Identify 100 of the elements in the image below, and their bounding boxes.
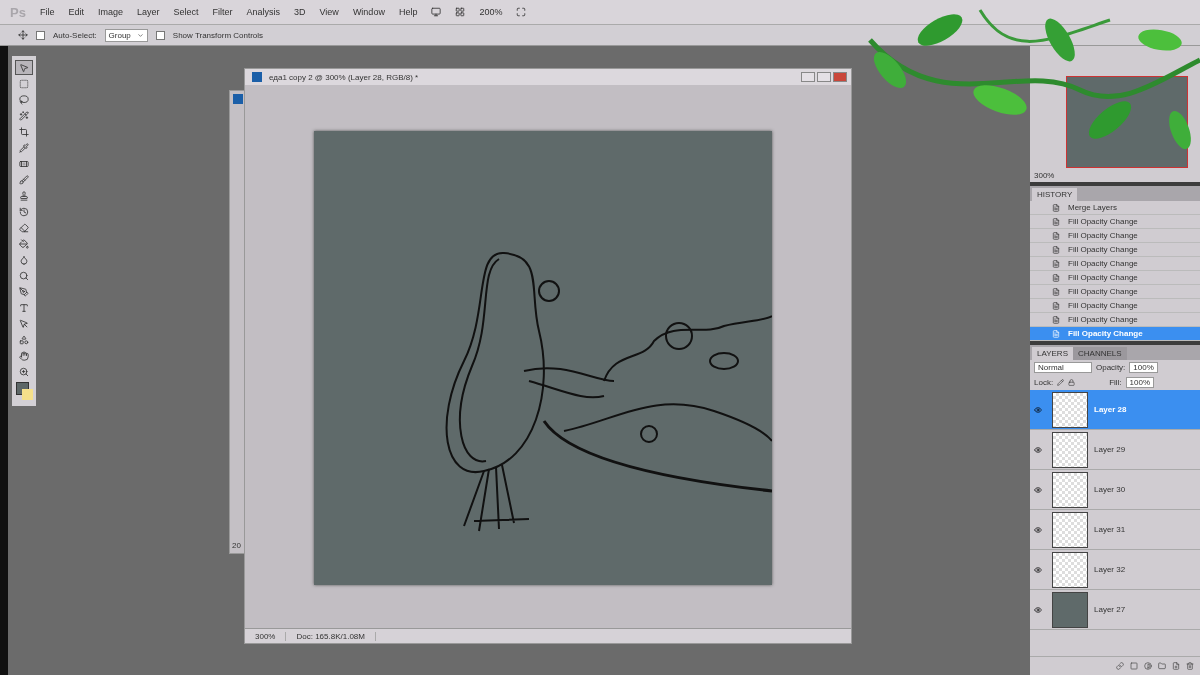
adjustment-icon[interactable]: [1144, 662, 1152, 670]
layer-thumbnail: [1052, 471, 1088, 508]
opacity-field[interactable]: 100%: [1129, 362, 1158, 373]
menu-item[interactable]: Filter: [212, 7, 233, 17]
layer-row[interactable]: Layer 29: [1030, 430, 1200, 470]
history-label: Fill Opacity Change: [1068, 245, 1138, 254]
menu-item[interactable]: Image: [97, 7, 123, 17]
history-item[interactable]: Fill Opacity Change: [1030, 257, 1200, 271]
layer-row[interactable]: Layer 31: [1030, 510, 1200, 550]
history-item[interactable]: Fill Opacity Change: [1030, 285, 1200, 299]
lock-label: Lock:: [1034, 378, 1054, 387]
move-tool[interactable]: [15, 60, 33, 75]
menu-item[interactable]: View: [319, 7, 339, 17]
layer-name: Layer 31: [1094, 525, 1126, 534]
panel-tab[interactable]: LAYERS: [1032, 347, 1073, 360]
menu-item[interactable]: Select: [173, 7, 199, 17]
mask-icon[interactable]: [1130, 662, 1138, 670]
lock-icon[interactable]: [1068, 379, 1076, 386]
type-icon: [19, 302, 29, 313]
layer-name: Layer 28: [1094, 405, 1127, 414]
checkbox[interactable]: [36, 30, 45, 40]
menu-item[interactable]: 3D: [294, 7, 306, 17]
history-label: Fill Opacity Change: [1068, 301, 1138, 310]
history-item[interactable]: Merge Layers: [1030, 201, 1200, 215]
option-label: Auto-Select:: [53, 30, 97, 40]
layer-row[interactable]: Layer 27: [1030, 590, 1200, 630]
zoom-label: 20: [232, 541, 241, 550]
folder-icon[interactable]: [1158, 662, 1166, 670]
shape-icon: [19, 334, 29, 345]
zoom-in-icon: [19, 366, 29, 377]
maximize-button[interactable]: [817, 72, 831, 82]
crop-icon: [19, 126, 29, 137]
fill-field[interactable]: 100%: [1125, 377, 1155, 388]
zoom-field[interactable]: 300%: [245, 631, 287, 641]
history-label: Merge Layers: [1068, 203, 1117, 212]
marquee-icon: [19, 78, 29, 89]
history-label: Fill Opacity Change: [1068, 315, 1138, 324]
checkbox[interactable]: [155, 30, 165, 40]
document-icon: [1052, 315, 1060, 324]
document-icon: [1052, 273, 1060, 282]
zoom-icon: [19, 270, 29, 281]
pen-icon: [19, 286, 29, 297]
selection-icon: [19, 318, 29, 329]
eye-icon[interactable]: [1034, 485, 1042, 494]
document-info: Doc: 165.8K/1.08M: [286, 631, 376, 641]
eye-icon[interactable]: [1034, 445, 1042, 454]
blur-icon: [19, 254, 29, 265]
eye-icon[interactable]: [1034, 525, 1042, 534]
opacity-label: Opacity:: [1096, 363, 1126, 372]
layer-name: Layer 29: [1094, 445, 1126, 454]
layer-row[interactable]: Layer 32: [1030, 550, 1200, 590]
history-label: Fill Opacity Change: [1068, 329, 1143, 338]
history-item[interactable]: Fill Opacity Change: [1030, 215, 1200, 229]
document-icon: [1052, 217, 1060, 226]
target-dropdown[interactable]: Group: [104, 28, 148, 42]
stamp-icon: [19, 190, 29, 201]
menu-item[interactable]: Window: [352, 7, 385, 17]
zoom-level[interactable]: 200%: [479, 7, 503, 17]
lasso-icon: [19, 94, 29, 105]
bucket-icon: [19, 238, 29, 249]
history-label: Fill Opacity Change: [1068, 273, 1138, 282]
history-label: Fill Opacity Change: [1068, 231, 1138, 240]
history-item[interactable]: Fill Opacity Change: [1030, 299, 1200, 313]
history-item[interactable]: Fill Opacity Change: [1030, 229, 1200, 243]
document-icon: [1052, 301, 1060, 310]
history-brush-icon: [19, 206, 29, 217]
eye-icon[interactable]: [1034, 405, 1042, 414]
layer-row[interactable]: Layer 30: [1030, 470, 1200, 510]
menu-item[interactable]: Help: [398, 7, 418, 17]
eye-icon[interactable]: [1034, 605, 1042, 614]
eye-icon[interactable]: [1034, 565, 1042, 574]
menu-item[interactable]: Layer: [136, 7, 160, 17]
history-item[interactable]: Fill Opacity Change: [1030, 243, 1200, 257]
menu-item[interactable]: Edit: [68, 7, 84, 17]
history-item[interactable]: Fill Opacity Change: [1030, 271, 1200, 285]
minimize-button[interactable]: [801, 72, 815, 82]
menu-item[interactable]: Analysis: [246, 7, 280, 17]
layer-thumbnail: [1052, 511, 1088, 548]
document-icon: [1052, 245, 1060, 254]
new-layer-icon[interactable]: [1172, 662, 1180, 670]
wand-icon: [19, 110, 29, 121]
lock-pixels-icon[interactable]: [1057, 379, 1065, 386]
panel-tab[interactable]: CHANNELS: [1073, 347, 1127, 360]
color-swatches[interactable]: [14, 380, 34, 402]
layer-name: Layer 27: [1094, 605, 1126, 614]
move-icon: [19, 62, 29, 73]
layer-thumbnail: [1052, 551, 1088, 588]
trash-icon[interactable]: [1186, 662, 1194, 670]
document-icon: [1052, 259, 1060, 268]
menu-item[interactable]: File: [39, 7, 55, 17]
layer-name: Layer 30: [1094, 485, 1126, 494]
history-tab[interactable]: HISTORY: [1032, 188, 1078, 201]
document-icon: [1052, 287, 1060, 296]
blend-mode-dropdown[interactable]: Normal: [1034, 362, 1092, 373]
link-icon[interactable]: [1116, 662, 1124, 670]
screen-mode-icon[interactable]: [431, 7, 442, 17]
window-title: еда1 copy 2 @ 300% (Layer 28, RGB/8) *: [269, 72, 419, 82]
layer-thumbnail: [1052, 431, 1088, 468]
fill-label: Fill:: [1109, 378, 1122, 387]
move-icon[interactable]: [18, 30, 28, 40]
